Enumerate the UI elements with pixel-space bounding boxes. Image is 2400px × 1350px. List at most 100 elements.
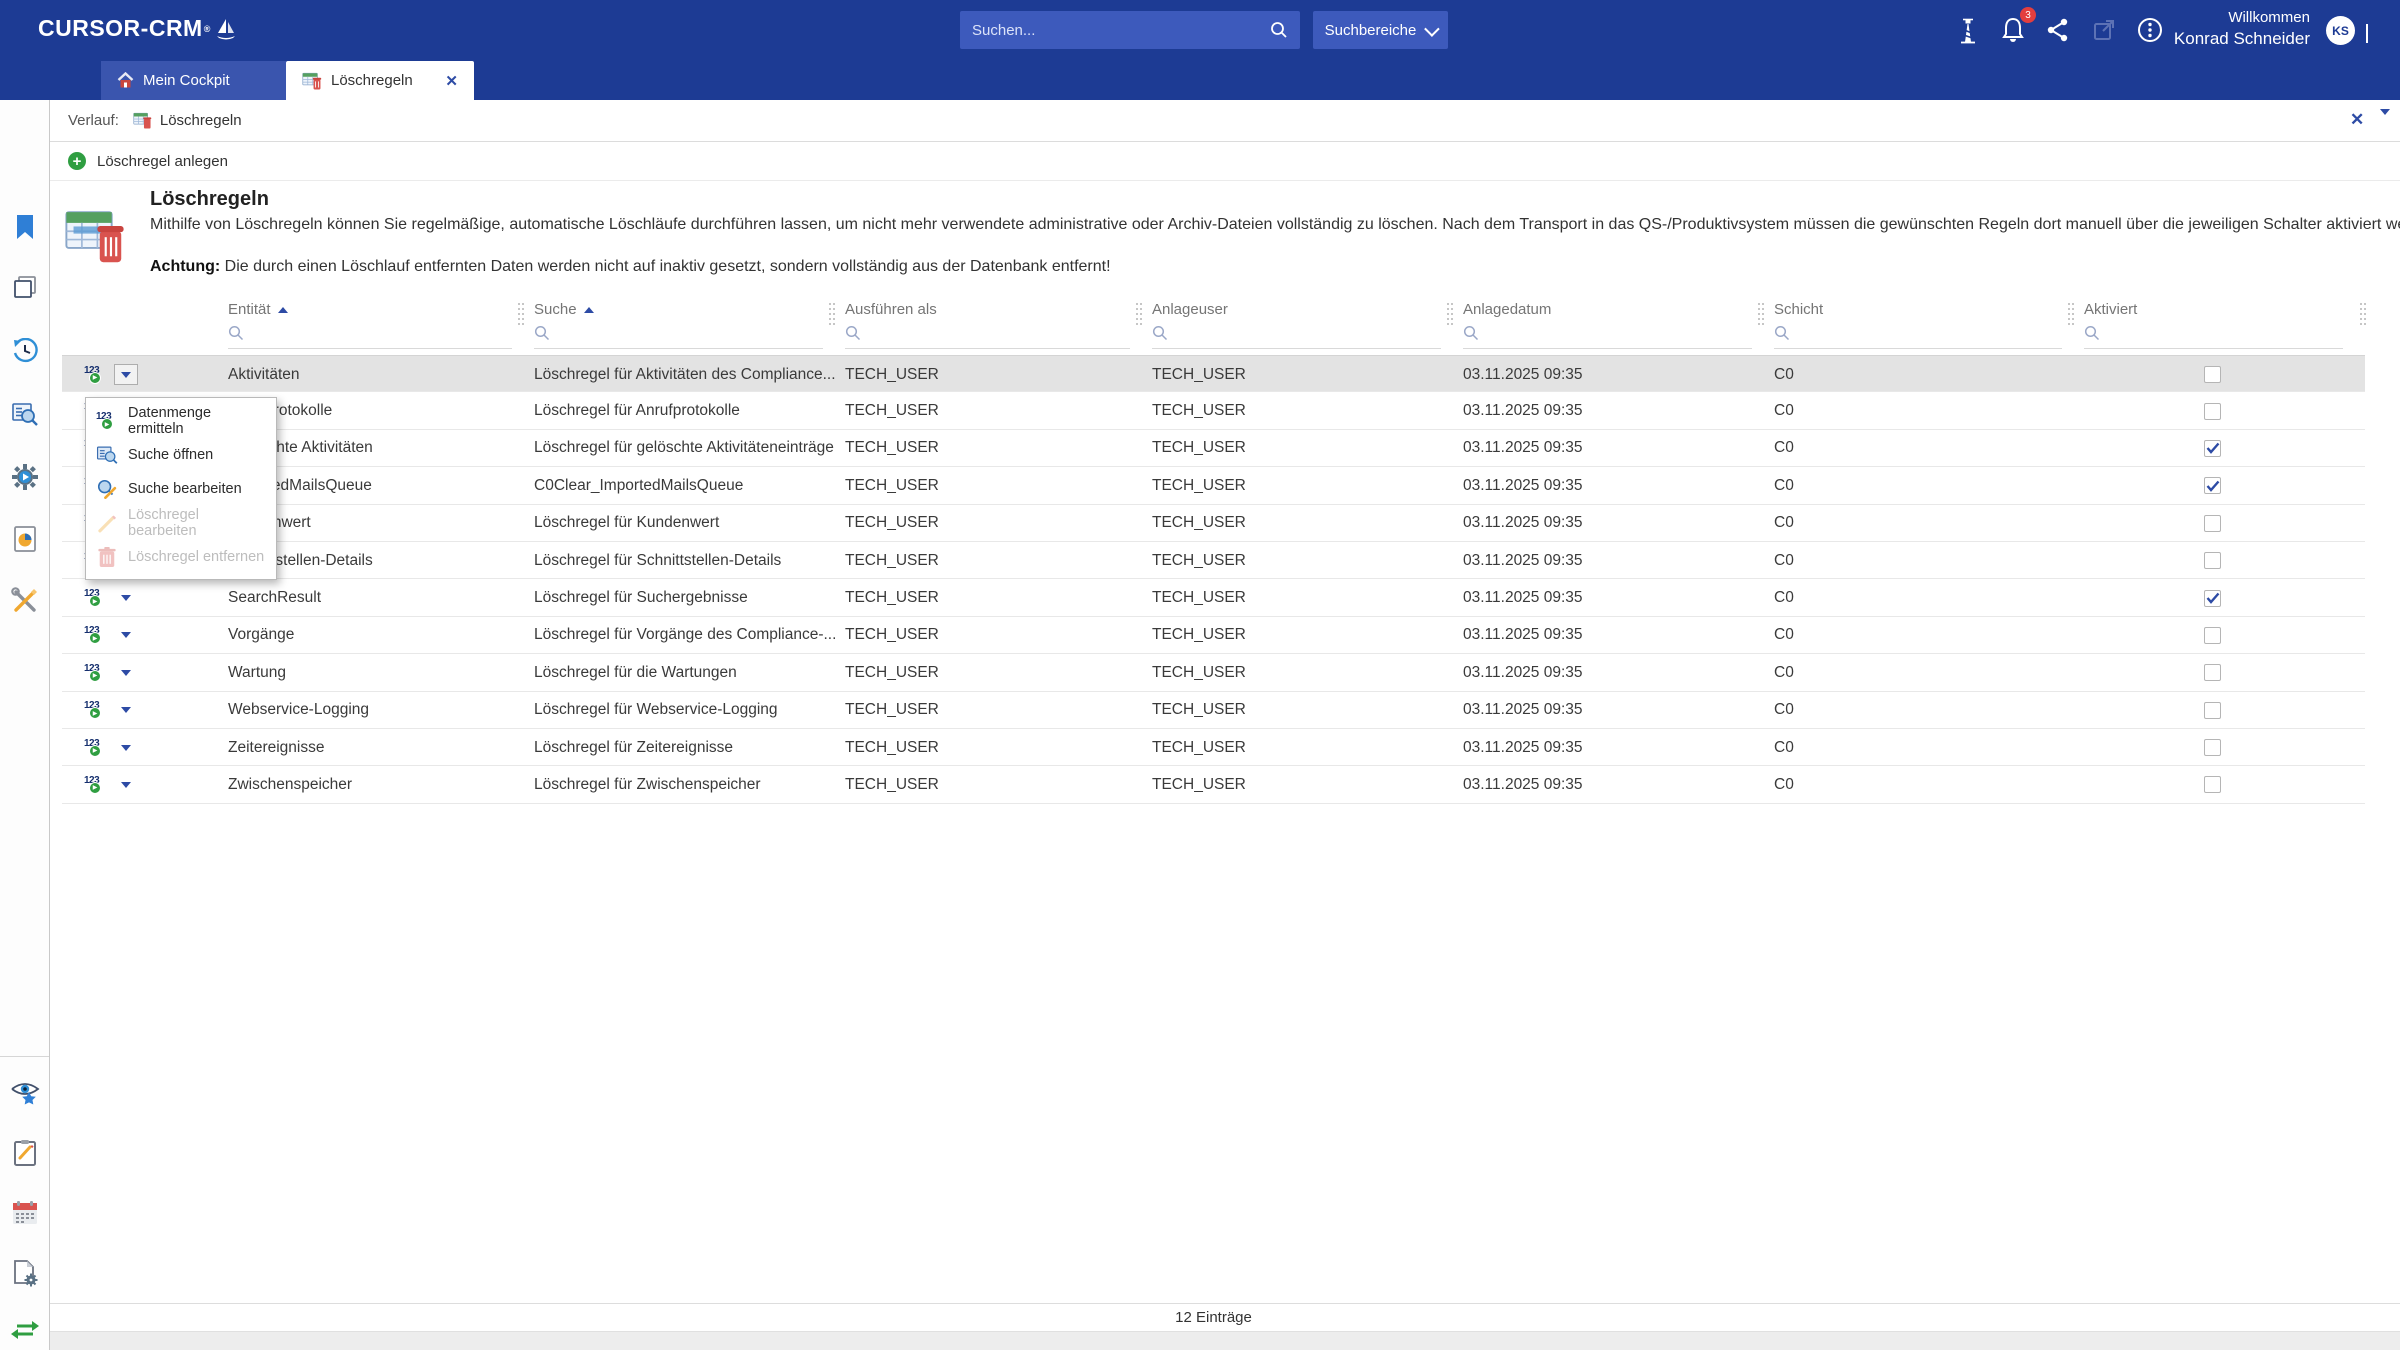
main-content: Verlauf: Löschregeln ✕ + Löschregel anle… [50, 100, 2400, 1350]
column-entitaet-header[interactable]: Entität [228, 301, 288, 318]
sort-asc-icon [278, 307, 288, 313]
search-scope-button[interactable]: Suchbereiche [1313, 11, 1448, 49]
sync-icon[interactable] [10, 1315, 40, 1345]
table-row[interactable]: 123▶ZeitereignisseLöschregel für Zeitere… [62, 729, 2365, 766]
document-settings-icon[interactable] [10, 1258, 40, 1288]
table-row[interactable]: 123▶Webservice-LoggingLöschregel für Web… [62, 692, 2365, 729]
aktiviert-checkbox[interactable] [2204, 440, 2221, 457]
search-list-icon[interactable] [10, 400, 40, 430]
column-anlagedatum-filter[interactable] [1463, 325, 1752, 349]
info-icon[interactable] [2134, 14, 2166, 46]
table-row[interactable]: 123▶AnrufprotokolleLöschregel für Anrufp… [62, 392, 2365, 429]
row-menu-button[interactable] [114, 700, 138, 721]
cell-ausfuehren-als: TECH_USER [845, 467, 939, 504]
table-row[interactable]: 123▶VorgängeLöschregel für Vorgänge des … [62, 617, 2365, 654]
history-chevron-icon[interactable] [2380, 115, 2390, 133]
cell-anlageuser: TECH_USER [1152, 579, 1246, 616]
data-count-icon[interactable]: 123▶ [84, 663, 106, 683]
report-icon[interactable] [10, 524, 40, 554]
column-ausfuehren-als-header[interactable]: Ausführen als [845, 301, 937, 318]
windows-icon[interactable] [10, 272, 40, 302]
column-entitaet-filter[interactable] [228, 325, 512, 349]
history-close-icon[interactable]: ✕ [2350, 110, 2364, 130]
row-menu-button[interactable] [114, 364, 138, 385]
column-schicht-header[interactable]: Schicht [1774, 301, 1823, 318]
table-row[interactable]: 123▶AktivitätenLöschregel für Aktivitäte… [62, 355, 2365, 392]
table-row[interactable]: 123▶ImportedMailsQueueC0Clear_ImportedMa… [62, 467, 2365, 504]
table-row[interactable]: 123▶Gelöschte AktivitätenLöschregel für … [62, 430, 2365, 467]
row-menu-button[interactable] [114, 737, 138, 758]
create-rule-button[interactable]: + Löschregel anlegen [68, 152, 228, 170]
column-resize-handle[interactable] [2068, 303, 2074, 327]
search-edit-icon [96, 478, 118, 500]
column-resize-handle[interactable] [829, 303, 835, 327]
cell-suche: Löschregel für Vorgänge des Compliance-.… [534, 617, 836, 654]
row-menu-button[interactable] [114, 588, 138, 609]
cell-entitaet: Zwischenspeicher [228, 766, 352, 803]
share-icon[interactable] [2042, 14, 2074, 46]
data-count-icon[interactable]: 123▶ [84, 625, 106, 645]
data-count-icon[interactable]: 123▶ [84, 588, 106, 608]
history-icon[interactable] [10, 336, 40, 366]
table-row[interactable]: 123▶SearchResultLöschregel für Suchergeb… [62, 579, 2365, 616]
history-item-loeschregeln[interactable]: Löschregeln [133, 111, 242, 130]
data-count-icon[interactable]: 123▶ [84, 738, 106, 758]
aktiviert-checkbox[interactable] [2204, 627, 2221, 644]
table-row[interactable]: 123▶ZwischenspeicherLöschregel für Zwisc… [62, 766, 2365, 803]
column-ausfuehren-als-filter[interactable] [845, 325, 1130, 349]
data-count-icon[interactable]: 123▶ [84, 700, 106, 720]
page-title: Löschregeln [150, 188, 269, 211]
data-count-icon[interactable]: 123▶ [84, 365, 106, 385]
notes-icon[interactable] [10, 1138, 40, 1168]
column-aktiviert-filter[interactable] [2084, 325, 2343, 349]
aktiviert-checkbox[interactable] [2204, 664, 2221, 681]
cell-entitaet: SearchResult [228, 579, 321, 616]
row-menu-button[interactable] [114, 625, 138, 646]
aktiviert-checkbox[interactable] [2204, 515, 2221, 532]
table-row[interactable]: 123▶Schnittstellen-DetailsLöschregel für… [62, 542, 2365, 579]
column-anlageuser-header[interactable]: Anlageuser [1152, 301, 1228, 318]
watch-eye-icon[interactable] [10, 1078, 40, 1108]
data-count-icon[interactable]: 123▶ [84, 775, 106, 795]
lighthouse-icon[interactable] [1952, 14, 1984, 46]
aktiviert-checkbox[interactable] [2204, 552, 2221, 569]
calendar-icon[interactable] [10, 1198, 40, 1228]
aktiviert-checkbox[interactable] [2204, 702, 2221, 719]
aktiviert-checkbox[interactable] [2204, 776, 2221, 793]
user-menu-chevron-icon[interactable] [2366, 24, 2368, 42]
process-gear-icon[interactable] [10, 462, 40, 492]
aktiviert-checkbox[interactable] [2204, 403, 2221, 420]
aktiviert-checkbox[interactable] [2204, 477, 2221, 494]
menu-item-datenmenge-ermitteln[interactable]: 123▶Datenmenge ermitteln [86, 404, 276, 438]
row-menu-button[interactable] [114, 662, 138, 683]
cell-suche: Löschregel für Kundenwert [534, 505, 719, 542]
table-row[interactable]: 123▶KundenwertLöschregel für KundenwertT… [62, 505, 2365, 542]
cell-ausfuehren-als: TECH_USER [845, 617, 939, 654]
column-schicht-filter[interactable] [1774, 325, 2062, 349]
search-input[interactable] [960, 22, 1270, 39]
column-suche-header[interactable]: Suche [534, 301, 594, 318]
table-row[interactable]: 123▶WartungLöschregel für die WartungenT… [62, 654, 2365, 691]
bookmark-icon[interactable] [10, 212, 40, 242]
tab-mein-cockpit[interactable]: Mein Cockpit [101, 61, 286, 100]
column-resize-handle[interactable] [1136, 303, 1142, 327]
aktiviert-checkbox[interactable] [2204, 366, 2221, 383]
menu-item-suche-ffnen[interactable]: Suche öffnen [86, 438, 276, 472]
column-aktiviert-header[interactable]: Aktiviert [2084, 301, 2137, 318]
aktiviert-checkbox[interactable] [2204, 590, 2221, 607]
avatar[interactable]: KS [2326, 16, 2355, 45]
column-anlagedatum-header[interactable]: Anlagedatum [1463, 301, 1551, 318]
row-menu-button[interactable] [114, 774, 138, 795]
column-anlageuser-filter[interactable] [1152, 325, 1441, 349]
tools-icon[interactable] [10, 586, 40, 616]
column-resize-handle[interactable] [2360, 303, 2366, 327]
tab-loeschregeln[interactable]: Löschregeln ✕ [286, 61, 474, 100]
column-suche-filter[interactable] [534, 325, 823, 349]
column-resize-handle[interactable] [1447, 303, 1453, 327]
aktiviert-checkbox[interactable] [2204, 739, 2221, 756]
search-icon[interactable] [1270, 21, 1288, 39]
menu-item-suche-bearbeiten[interactable]: Suche bearbeiten [86, 472, 276, 506]
column-resize-handle[interactable] [1758, 303, 1764, 327]
column-resize-handle[interactable] [518, 303, 524, 327]
tab-close-icon[interactable]: ✕ [445, 72, 458, 90]
